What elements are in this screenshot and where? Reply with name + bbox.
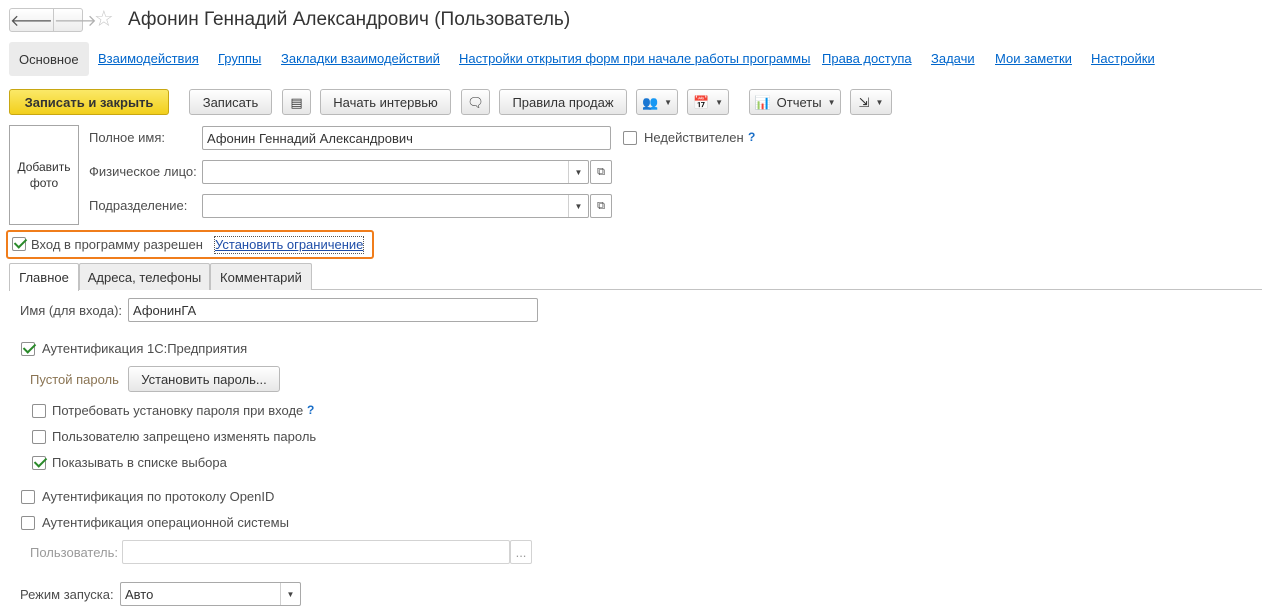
section-access-rights[interactable]: Права доступа [822,51,912,67]
section-interaction-bookmarks[interactable]: Закладки взаимодействий [281,51,440,67]
forbid-change-password-checkbox[interactable] [32,430,46,444]
save-and-close-button[interactable]: Записать и закрыть [9,89,169,115]
back-arrow-icon: 🡐 [10,12,53,30]
launch-mode-select[interactable]: Авто ▼ [120,582,301,606]
chevron-down-icon: ▼ [715,97,724,107]
launch-mode-value: Авто [125,586,154,602]
reports-menu-button[interactable]: 📊 Отчеты ▼ [749,89,841,115]
os-user-label: Пользователь: [30,545,118,560]
chevron-down-icon: ▼ [286,589,295,599]
os-user-select-button: ... [510,540,532,564]
start-interview-button[interactable]: Начать интервью [320,89,451,115]
forward-arrow-icon: 🡒 [53,12,97,30]
open-icon: ⧉ [597,199,605,212]
window-title: Афонин Геннадий Александрович (Пользоват… [128,9,571,30]
set-restriction-link[interactable]: Установить ограничение [213,236,365,254]
empty-password-label: Пустой пароль [30,372,119,387]
department-dropdown-button[interactable]: ▼ [568,195,588,217]
chevron-down-icon: ▼ [574,201,583,211]
section-interactions[interactable]: Взаимодействия [98,51,199,67]
users-menu-button[interactable]: 👥 ▼ [636,89,678,115]
export-menu-button[interactable]: ⇲ ▼ [850,89,892,115]
department-label: Подразделение: [89,198,188,213]
add-photo-label-1: Добавить [17,160,71,174]
require-password-label: Потребовать установку пароля при входе [52,403,304,418]
show-in-list-checkbox[interactable] [32,456,46,470]
add-photo-label-2: фото [29,176,59,190]
department-open-button[interactable]: ⧉ [590,194,612,218]
back-button[interactable]: 🡐 [10,9,53,31]
report-icon: 📊 [754,94,771,110]
history-nav: 🡐 🡒 [9,8,97,32]
chevron-down-icon: ▼ [574,167,583,177]
full-name-input[interactable]: Афонин Геннадий Александрович [202,126,611,150]
sales-rules-button[interactable]: Правила продаж [499,89,627,115]
os-user-input [122,540,510,564]
section-my-notes[interactable]: Мои заметки [995,51,1072,67]
export-icon: ⇲ [858,94,870,110]
launch-mode-dropdown-button[interactable]: ▼ [280,583,300,605]
individual-open-button[interactable]: ⧉ [590,160,612,184]
show-in-list-label: Показывать в списке выбора [52,455,227,470]
invalid-checkbox[interactable] [623,131,637,145]
chevron-down-icon: ▼ [875,97,884,107]
department-input[interactable]: ▼ [202,194,589,218]
reports-label: Отчеты [776,94,822,110]
forward-button[interactable]: 🡒 [52,9,97,31]
login-allowed-checkbox[interactable] [12,237,26,251]
chevron-down-icon: ▼ [664,97,673,107]
forbid-change-password-label: Пользователю запрещено изменять пароль [52,429,317,444]
favorite-star-icon[interactable]: ☆ [94,7,114,31]
login-name-label: Имя (для входа): [20,303,123,318]
open-icon: ⧉ [597,165,605,178]
auth-1c-checkbox[interactable] [21,342,35,356]
chevron-down-icon: ▼ [827,97,836,107]
add-photo-button[interactable]: Добавить фото [9,125,79,225]
individual-dropdown-button[interactable]: ▼ [568,161,588,183]
login-allowed-label: Вход в программу разрешен [31,237,203,252]
launch-mode-label: Режим запуска: [20,587,114,602]
auth-1c-label: Аутентификация 1С:Предприятия [42,341,248,356]
tab-comment[interactable]: Комментарий [210,263,312,290]
calendar-menu-button[interactable]: 📅 ▼ [687,89,729,115]
list-button[interactable]: ▤ [282,89,311,115]
os-auth-checkbox[interactable] [21,516,35,530]
invalid-label: Недействителен [644,130,744,145]
calendar-icon: 📅 [692,94,710,110]
os-auth-label: Аутентификация операционной системы [42,515,289,530]
individual-label: Физическое лицо: [89,164,197,179]
openid-auth-label: Аутентификация по протоколу OpenID [42,489,275,504]
save-button[interactable]: Записать [189,89,272,115]
login-name-input[interactable]: АфонинГА [128,298,538,322]
section-settings[interactable]: Настройки [1091,51,1155,67]
invalid-help-icon[interactable]: ? [748,130,755,144]
users-icon: 👥 [641,94,659,110]
require-password-help-icon[interactable]: ? [307,403,314,417]
section-tasks[interactable]: Задачи [931,51,975,67]
tab-addresses-phones[interactable]: Адреса, телефоны [79,263,210,290]
set-password-button[interactable]: Установить пароль... [128,366,280,392]
section-groups[interactable]: Группы [218,51,261,67]
section-form-open-settings[interactable]: Настройки открытия форм при начале работ… [459,51,810,67]
individual-input[interactable]: ▼ [202,160,589,184]
full-name-label: Полное имя: [89,130,165,145]
list-icon: ▤ [290,94,303,110]
section-main[interactable]: Основное [9,42,89,76]
chat-icon: 🗨 [467,94,484,110]
openid-auth-checkbox[interactable] [21,490,35,504]
chat-button[interactable]: 🗨 [461,89,490,115]
tab-main[interactable]: Главное [9,263,79,291]
require-password-checkbox[interactable] [32,404,46,418]
